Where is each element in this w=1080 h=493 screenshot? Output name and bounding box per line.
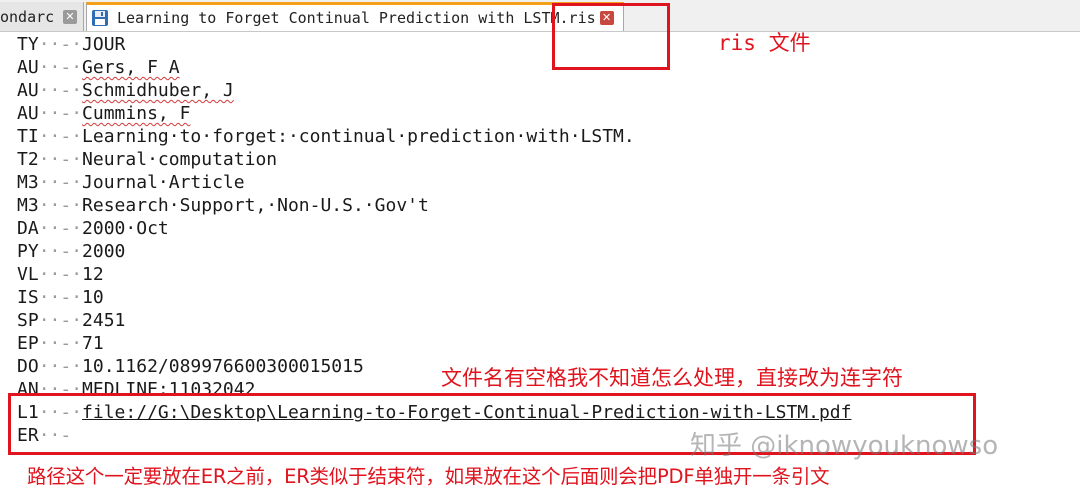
floppy-disk-icon (92, 10, 108, 26)
editor-line: DO··-·10.1162/089976600300015015 (17, 356, 364, 377)
editor-line: M3··-·Research·Support,·Non-U.S.·Gov't (17, 195, 429, 216)
editor-line: SP··-·2451 (17, 310, 126, 331)
editor-line: AU··-·Cummins, F (17, 103, 191, 124)
zhihu-watermark: 知乎 @iknowyouknowso (690, 431, 999, 461)
ris-file-note: ris 文件 (718, 31, 811, 55)
tab-bar: ondarc ✕ Learning to Forget Continual Pr… (0, 0, 1080, 32)
editor-line: AU··-·Schmidhuber, J (17, 80, 234, 101)
close-icon[interactable]: ✕ (63, 9, 77, 24)
editor-line: T2··-·Neural·computation (17, 149, 278, 170)
editor-line: AU··-·Gers, F A (17, 57, 180, 78)
tab-label: Learning to Forget Continual Prediction … (117, 9, 596, 27)
editor-line: VL··-·12 (17, 264, 104, 285)
path-before-er-note: 路径这个一定要放在ER之前，ER类似于结束符，如果放在这个后面则会把PDF单独开… (27, 465, 830, 488)
tab-label: ondarc (0, 7, 55, 26)
editor-line: PY··-·2000 (17, 241, 126, 262)
editor-line: TY··-·JOUR (17, 34, 126, 55)
tab-ondarc[interactable]: ondarc ✕ (0, 2, 84, 31)
editor-line: TI··-·Learning·to·forget:·continual·pred… (17, 126, 635, 147)
ris-extension-highlight-box (552, 3, 670, 70)
tab-ris-file[interactable]: Learning to Forget Continual Prediction … (86, 2, 624, 31)
filename-hyphen-note: 文件名有空格我不知道怎么处理，直接改为连字符 (441, 366, 903, 390)
editor-line: IS··-·10 (17, 287, 104, 308)
editor-line: DA··-·2000·Oct (17, 218, 169, 239)
editor-line: M3··-·Journal·Article (17, 172, 245, 193)
editor-line: EP··-·71 (17, 333, 104, 354)
